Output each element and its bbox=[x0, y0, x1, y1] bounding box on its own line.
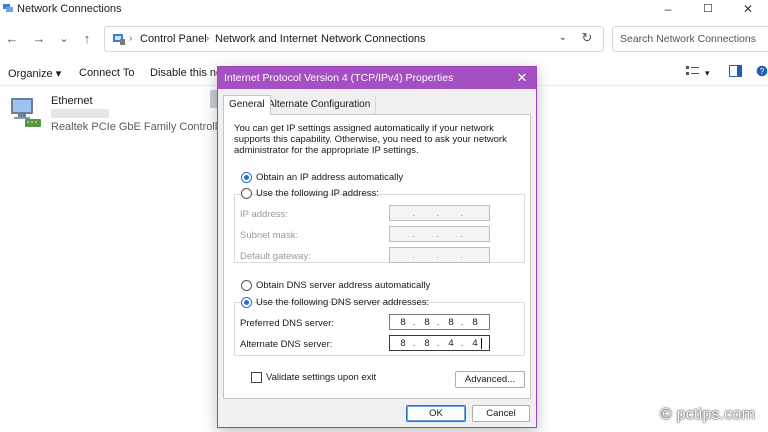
default-gateway-label: Default gateway: bbox=[240, 251, 311, 262]
ip-dot: . bbox=[412, 229, 416, 240]
use-following-ip-label: Use the following IP address: bbox=[256, 188, 379, 199]
connection-name: Ethernet bbox=[51, 95, 93, 107]
connection-item-ethernet[interactable]: Ethernet Realtek PCIe GbE Family Control… bbox=[8, 93, 227, 137]
back-button[interactable]: ← bbox=[3, 30, 21, 48]
dialog-title: Internet Protocol Version 4 (TCP/IPv4) P… bbox=[224, 72, 454, 84]
tab-general[interactable]: General bbox=[223, 95, 271, 115]
view-options-dropdown[interactable]: ▾ bbox=[705, 68, 710, 79]
tab-alternate-configuration[interactable]: Alternate Configuration bbox=[263, 96, 377, 114]
cancel-button[interactable]: Cancel bbox=[472, 405, 530, 422]
subnet-mask-label: Subnet mask: bbox=[240, 230, 299, 241]
alternate-dns-octet-4: 4 bbox=[472, 338, 478, 349]
ethernet-adapter-icon bbox=[11, 98, 41, 127]
use-following-dns-radio[interactable] bbox=[241, 297, 252, 308]
obtain-dns-auto-radio[interactable] bbox=[241, 280, 252, 291]
ip-dot: . bbox=[460, 208, 464, 219]
use-following-dns-option[interactable]: Use the following DNS server addresses: bbox=[241, 296, 429, 310]
search-input[interactable] bbox=[620, 28, 760, 50]
alternate-dns-label: Alternate DNS server: bbox=[240, 339, 333, 350]
ip-dot: . bbox=[436, 250, 440, 261]
breadcrumb-control-panel[interactable]: Control Panel bbox=[140, 33, 207, 45]
use-following-ip-radio[interactable] bbox=[241, 188, 252, 199]
connect-to-button[interactable]: Connect To bbox=[79, 67, 134, 79]
breadcrumb-network-connections[interactable]: Network Connections bbox=[321, 33, 426, 45]
forward-button[interactable]: → bbox=[30, 30, 48, 48]
dialog-title-bar: Internet Protocol Version 4 (TCP/IPv4) P… bbox=[218, 67, 536, 89]
dialog-tabs: General Alternate Configuration bbox=[223, 95, 533, 115]
validate-settings-label: Validate settings upon exit bbox=[266, 372, 377, 383]
svg-text:?: ? bbox=[760, 67, 765, 76]
general-tab-panel: You can get IP settings assigned automat… bbox=[223, 114, 531, 399]
connection-device: Realtek PCIe GbE Family Controller bbox=[51, 121, 228, 133]
ip-dot: . bbox=[412, 208, 416, 219]
obtain-dns-auto-label: Obtain DNS server address automatically bbox=[256, 280, 431, 291]
ip-dot: . bbox=[460, 229, 464, 240]
network-connections-icon bbox=[3, 4, 13, 12]
ip-dot: . bbox=[436, 229, 440, 240]
dialog-close-button[interactable]: ✕ bbox=[508, 67, 536, 89]
connection-status-redacted bbox=[51, 109, 109, 118]
address-bar-row: ← → ⌄ ↑ › Control Panel › Network and In… bbox=[0, 22, 768, 58]
breadcrumb-separator: › bbox=[311, 33, 315, 44]
subnet-mask-input[interactable]: . . . bbox=[389, 226, 490, 242]
advanced-button[interactable]: Advanced... bbox=[455, 371, 525, 388]
ip-dot: . bbox=[412, 317, 416, 328]
text-cursor bbox=[481, 338, 482, 349]
search-box[interactable] bbox=[612, 26, 768, 52]
disable-network-device-button[interactable]: Disable this net bbox=[150, 67, 225, 79]
address-dropdown-icon[interactable]: ⌄ bbox=[559, 32, 567, 43]
window-title: Network Connections bbox=[17, 3, 122, 15]
ip-dot: . bbox=[436, 338, 440, 349]
use-following-dns-label: Use the following DNS server addresses: bbox=[256, 297, 430, 308]
validate-settings-checkbox[interactable] bbox=[251, 372, 262, 383]
ip-dot: . bbox=[412, 338, 416, 349]
use-following-ip-option[interactable]: Use the following IP address: bbox=[241, 187, 379, 201]
ip-dot: . bbox=[460, 317, 464, 328]
breadcrumb-separator: › bbox=[206, 33, 210, 44]
recent-locations-button[interactable]: ⌄ bbox=[55, 30, 73, 48]
alternate-dns-input[interactable]: 8 . 8 . 4 . 4 bbox=[389, 335, 490, 351]
preferred-dns-input[interactable]: 8 . 8 . 8 . 8 bbox=[389, 314, 490, 330]
ip-dot: . bbox=[436, 317, 440, 328]
preferred-dns-octet-4: 8 bbox=[472, 317, 478, 328]
organize-menu[interactable]: Organize ▾ bbox=[8, 67, 61, 80]
ip-address-label: IP address: bbox=[240, 209, 288, 220]
ip-dot: . bbox=[436, 208, 440, 219]
breadcrumb-separator: › bbox=[129, 33, 133, 44]
ip-dot: . bbox=[460, 338, 464, 349]
up-button[interactable]: ↑ bbox=[78, 30, 96, 48]
title-bar: Network Connections – ☐ ✕ bbox=[0, 0, 768, 20]
minimize-button[interactable]: – bbox=[648, 0, 688, 20]
preview-pane-icon[interactable] bbox=[729, 65, 742, 77]
default-gateway-input[interactable]: . . . bbox=[389, 247, 490, 263]
obtain-ip-auto-label: Obtain an IP address automatically bbox=[256, 172, 404, 183]
preferred-dns-label: Preferred DNS server: bbox=[240, 318, 334, 329]
help-icon[interactable]: ? bbox=[756, 65, 768, 77]
refresh-icon[interactable]: ↻ bbox=[577, 30, 597, 48]
ip-address-input[interactable]: . . . bbox=[389, 205, 490, 221]
control-panel-icon bbox=[113, 34, 125, 45]
maximize-button[interactable]: ☐ bbox=[688, 0, 728, 20]
breadcrumb-network-and-internet[interactable]: Network and Internet bbox=[215, 33, 317, 45]
ipv4-properties-dialog: Internet Protocol Version 4 (TCP/IPv4) P… bbox=[217, 66, 537, 428]
change-view-icon[interactable] bbox=[686, 65, 699, 77]
ip-dot: . bbox=[412, 250, 416, 261]
address-box[interactable]: › Control Panel › Network and Internet ›… bbox=[104, 26, 604, 52]
intro-text: You can get IP settings assigned automat… bbox=[234, 123, 507, 156]
close-button[interactable]: ✕ bbox=[728, 0, 768, 20]
ip-dot: . bbox=[460, 250, 464, 261]
watermark: © pctips.com bbox=[660, 406, 756, 423]
obtain-ip-auto-radio[interactable] bbox=[241, 172, 252, 183]
ok-button[interactable]: OK bbox=[406, 405, 466, 422]
